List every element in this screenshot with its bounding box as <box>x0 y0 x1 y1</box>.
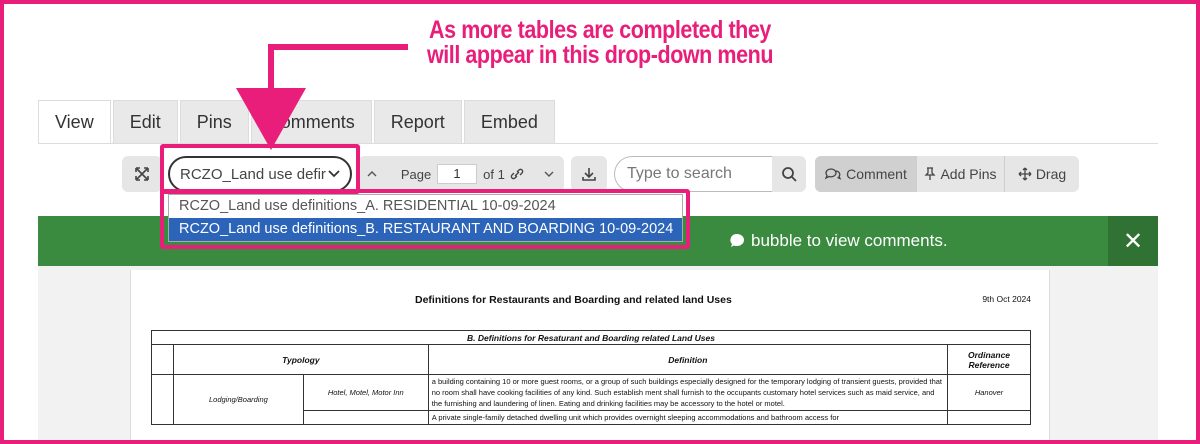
add-pins-button[interactable]: Add Pins <box>917 156 1005 192</box>
banner-message-text: bubble to view comments. <box>751 231 948 250</box>
callout-text: As more tables are completed they will a… <box>411 18 789 68</box>
download-button[interactable] <box>571 156 607 192</box>
callout-arrow-vertical <box>268 44 274 90</box>
move-icon <box>1018 167 1032 181</box>
tab-view[interactable]: View <box>38 100 111 144</box>
table-cell <box>302 410 429 425</box>
comment-icon <box>824 168 842 180</box>
table-row: Lodging/Boarding Hotel, Motel, Motor Inn… <box>151 374 1031 425</box>
fullscreen-button[interactable] <box>122 156 162 192</box>
select-highlight <box>160 144 360 194</box>
table-header-typology: Typology <box>172 344 429 375</box>
table-cell-definition: a building containing 10 or more guest r… <box>427 374 949 411</box>
page-of-label: of 1 <box>483 166 505 182</box>
table-cell-typology: Lodging/Boarding <box>172 374 304 425</box>
banner-close-button[interactable]: ✕ <box>1108 216 1158 266</box>
comment-button[interactable]: Comment <box>815 156 917 192</box>
pin-icon <box>924 167 937 180</box>
table-header-reference: Ordinance Reference <box>947 344 1031 375</box>
drag-button[interactable]: Drag <box>1005 156 1079 192</box>
search-icon <box>782 167 797 182</box>
document-date: 9th Oct 2024 <box>982 294 1031 304</box>
table-cell <box>151 374 174 425</box>
table-cell-subtype: Hotel, Motel, Motor Inn <box>302 374 429 411</box>
page-number-input[interactable]: 1 <box>437 164 477 184</box>
callout-arrow-head <box>236 88 306 150</box>
table-cell-reference: Hanover <box>947 374 1031 411</box>
expand-icon <box>135 167 149 181</box>
tab-edit[interactable]: Edit <box>112 100 178 144</box>
search-button[interactable] <box>772 156 806 192</box>
table-cell <box>947 410 1031 425</box>
search-input[interactable]: Type to search <box>614 156 772 192</box>
tab-report[interactable]: Report <box>373 100 462 144</box>
document-title: Definitions for Restaurants and Boarding… <box>415 294 732 306</box>
callout-line-2: will appear in this drop-down menu <box>426 41 774 69</box>
definitions-table: B. Definitions for Resaturant and Boardi… <box>151 330 1031 425</box>
callout-arrow-horizontal <box>268 44 408 50</box>
add-pins-label: Add Pins <box>940 166 997 182</box>
link-icon[interactable] <box>508 156 526 192</box>
document-page: Definitions for Restaurants and Boarding… <box>130 270 1050 444</box>
mode-buttons: Comment Add Pins Drag <box>815 156 1079 192</box>
comment-label: Comment <box>846 166 907 182</box>
table-header-blank <box>151 344 174 375</box>
download-icon <box>582 168 596 181</box>
page-navigator: Page 1 of 1 <box>358 156 564 192</box>
tab-embed[interactable]: Embed <box>463 100 555 144</box>
dropdown-highlight <box>160 189 690 249</box>
caret-up-icon <box>367 171 377 177</box>
table-header-definition: Definition <box>427 344 949 375</box>
close-icon: ✕ <box>1122 227 1144 255</box>
banner-message: bubble to view comments. <box>728 231 948 251</box>
table-cell-definition: A private single-family detached dwellin… <box>427 410 949 425</box>
drag-label: Drag <box>1035 166 1067 182</box>
speech-bubble-icon <box>730 233 744 247</box>
page-label: Page <box>400 166 432 182</box>
next-page-button[interactable] <box>534 156 564 192</box>
caret-down-icon <box>544 171 554 177</box>
table-caption: B. Definitions for Resaturant and Boardi… <box>151 330 1031 345</box>
callout-line-1: As more tables are completed they <box>429 16 771 44</box>
prev-page-button[interactable] <box>358 156 386 192</box>
